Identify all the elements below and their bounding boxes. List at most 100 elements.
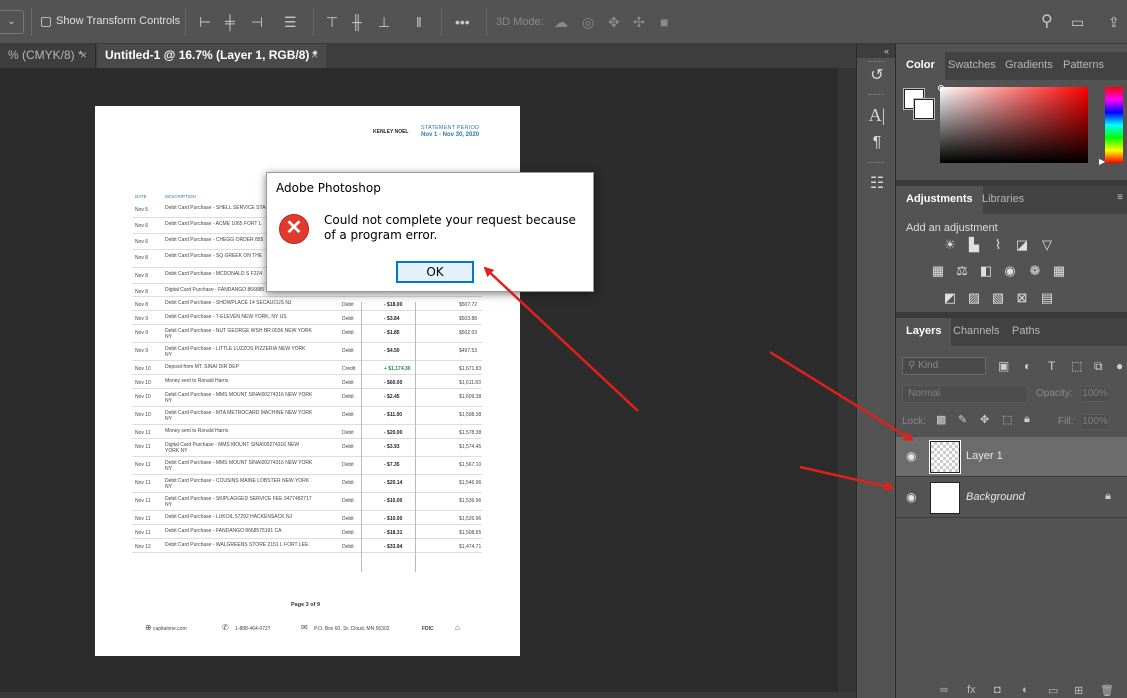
properties-icon[interactable]: ☷ <box>866 173 888 195</box>
lock-transparent-icon[interactable]: ▩ <box>936 413 946 426</box>
panel-menu-icon[interactable]: ≡ <box>1117 192 1123 203</box>
align-right-icon[interactable]: ⊣ <box>251 13 263 31</box>
row-date: Nov 11 <box>135 462 151 468</box>
visibility-eye-icon[interactable]: ◉ <box>906 449 916 463</box>
levels-icon[interactable]: ▙ <box>966 237 982 253</box>
lock-label: Lock: <box>902 416 926 427</box>
tab-channels[interactable]: Channels <box>943 318 1009 346</box>
footer-phone: 1-888-464-0727 <box>235 626 271 632</box>
pan-3d-icon[interactable]: ✥ <box>608 13 620 31</box>
show-transform-controls-checkbox[interactable] <box>41 17 51 27</box>
tab-libraries[interactable]: Libraries <box>972 186 1034 214</box>
add-mask-icon[interactable]: ◘ <box>994 684 1001 696</box>
hue-marker-icon[interactable]: ▶ <box>1099 157 1105 166</box>
more-options-icon[interactable]: ••• <box>455 13 470 31</box>
search-icon[interactable]: ⚲ <box>1041 13 1053 31</box>
blend-mode-dropdown[interactable]: Normal <box>902 385 1028 403</box>
distribute-icon[interactable]: ☰ <box>284 13 297 31</box>
row-date: Nov 8 <box>135 273 149 279</box>
color-lookup-icon[interactable]: ▦ <box>1051 263 1067 279</box>
selective-color-icon[interactable]: ⊠ <box>1014 290 1030 306</box>
orbit-3d-icon[interactable]: ☁ <box>554 13 568 31</box>
black-white-icon[interactable]: ◧ <box>978 263 994 279</box>
layer-row-background[interactable]: ◉ Background 🔒︎ <box>896 478 1127 518</box>
tab-cmyk-document[interactable]: % (CMYK/8) * × <box>0 44 96 68</box>
panel-grip[interactable] <box>868 162 884 164</box>
collapse-panels-icon[interactable]: « <box>857 44 895 58</box>
row-description: Deposit from MT. SINAI DIR DEP <box>165 364 239 370</box>
tab-patterns[interactable]: Patterns <box>1053 52 1114 80</box>
vibrance-icon[interactable]: ▽ <box>1039 237 1055 253</box>
background-color-swatch[interactable] <box>913 98 935 120</box>
new-adjustment-icon[interactable]: ◐ <box>1022 684 1029 696</box>
invert-icon[interactable]: ◩ <box>942 290 958 306</box>
smart-object-filter-icon[interactable]: ⧉ <box>1094 359 1103 374</box>
link-layers-icon[interactable]: ∞ <box>940 684 948 696</box>
visibility-eye-icon[interactable]: ◉ <box>906 490 916 504</box>
lock-all-icon[interactable]: 🔒︎ <box>1024 413 1030 426</box>
close-icon[interactable]: × <box>311 44 318 66</box>
layer-row-layer-1[interactable]: ◉ Layer 1 <box>896 437 1127 477</box>
hue-saturation-icon[interactable]: ▦ <box>930 263 946 279</box>
type-layer-filter-icon[interactable]: T <box>1048 359 1055 373</box>
color-balance-icon[interactable]: ⚖ <box>954 263 970 279</box>
layer-name[interactable]: Layer 1 <box>966 450 1003 462</box>
new-layer-icon[interactable]: ⊞ <box>1074 684 1083 697</box>
close-icon[interactable]: × <box>80 44 87 66</box>
row-date: Nov 10 <box>135 412 151 418</box>
paragraph-icon[interactable]: ¶ <box>866 132 888 154</box>
divider <box>185 8 186 36</box>
tool-preset-dropdown[interactable]: ⌄ <box>0 10 24 34</box>
tab-untitled-1[interactable]: Untitled-1 @ 16.7% (Layer 1, RGB/8) * × <box>97 44 326 68</box>
align-top-icon[interactable]: ⊤ <box>326 13 338 31</box>
fill-input[interactable]: 100% <box>1080 414 1110 430</box>
panel-grip[interactable] <box>868 94 884 96</box>
align-center-icon[interactable]: ╪ <box>225 13 235 31</box>
photo-filter-icon[interactable]: ◉ <box>1002 263 1018 279</box>
row-type: Debit <box>342 380 354 386</box>
opacity-input[interactable]: 100% <box>1080 386 1110 402</box>
color-picker-marker[interactable] <box>938 85 944 91</box>
channel-mixer-icon[interactable]: ❁ <box>1027 263 1043 279</box>
roll-3d-icon[interactable]: ◎ <box>582 13 594 31</box>
delete-layer-icon[interactable]: 🗑︎ <box>1100 684 1114 697</box>
curves-icon[interactable]: ⌇ <box>990 237 1006 253</box>
layer-filter-kind-dropdown[interactable]: ⚲ Kind <box>902 357 986 375</box>
lock-position-icon[interactable]: ✥ <box>980 413 989 426</box>
threshold-icon[interactable]: ▧ <box>990 290 1006 306</box>
row-description: Debit Card Purchase - COUSINS MAINE LOBS… <box>165 478 310 490</box>
new-group-icon[interactable]: ▭ <box>1048 684 1058 697</box>
ok-button[interactable]: OK <box>396 261 474 283</box>
row-description: Digital Card Purchase - MMS MOUNT SINAI0… <box>165 442 300 454</box>
workspace-icon[interactable]: ▭ <box>1071 13 1084 31</box>
share-icon[interactable]: ⇪ <box>1108 13 1120 31</box>
posterize-icon[interactable]: ▨ <box>966 290 982 306</box>
pixel-layer-filter-icon[interactable]: ▣ <box>998 359 1009 373</box>
align-bottom-icon[interactable]: ⊥ <box>378 13 390 31</box>
color-spectrum[interactable] <box>940 87 1088 163</box>
layer-name[interactable]: Background <box>966 491 1025 503</box>
slide-3d-icon[interactable]: ✣ <box>633 13 645 31</box>
brightness-icon[interactable]: ☀ <box>942 237 958 253</box>
align-left-icon[interactable]: ⊢ <box>199 13 211 31</box>
history-icon[interactable]: ↺ <box>866 65 888 87</box>
vertical-scrollbar[interactable] <box>838 68 856 692</box>
lock-image-icon[interactable]: ✎ <box>958 413 967 426</box>
panel-grip[interactable] <box>868 61 884 63</box>
tab-adjustments[interactable]: Adjustments <box>896 186 983 214</box>
gradient-map-icon[interactable]: ▤ <box>1039 290 1055 306</box>
hue-slider[interactable] <box>1105 87 1123 163</box>
exposure-icon[interactable]: ◪ <box>1014 237 1030 253</box>
row-type: Debit <box>342 430 354 436</box>
tab-paths[interactable]: Paths <box>1002 318 1050 346</box>
adjustment-layer-filter-icon[interactable]: ◐ <box>1024 359 1031 373</box>
align-middle-icon[interactable]: ╫ <box>352 13 362 31</box>
layer-style-icon[interactable]: fx <box>967 684 976 696</box>
shape-layer-filter-icon[interactable]: ⬚ <box>1071 359 1082 373</box>
horizontal-scrollbar[interactable] <box>0 692 856 698</box>
scale-3d-icon[interactable]: ■ <box>660 13 668 31</box>
filter-toggle-icon[interactable]: ● <box>1116 359 1123 373</box>
character-icon[interactable]: A| <box>866 104 888 126</box>
distribute-vertical-icon[interactable]: ‖ <box>416 13 422 31</box>
lock-artboard-icon[interactable]: ⬚ <box>1002 413 1012 426</box>
